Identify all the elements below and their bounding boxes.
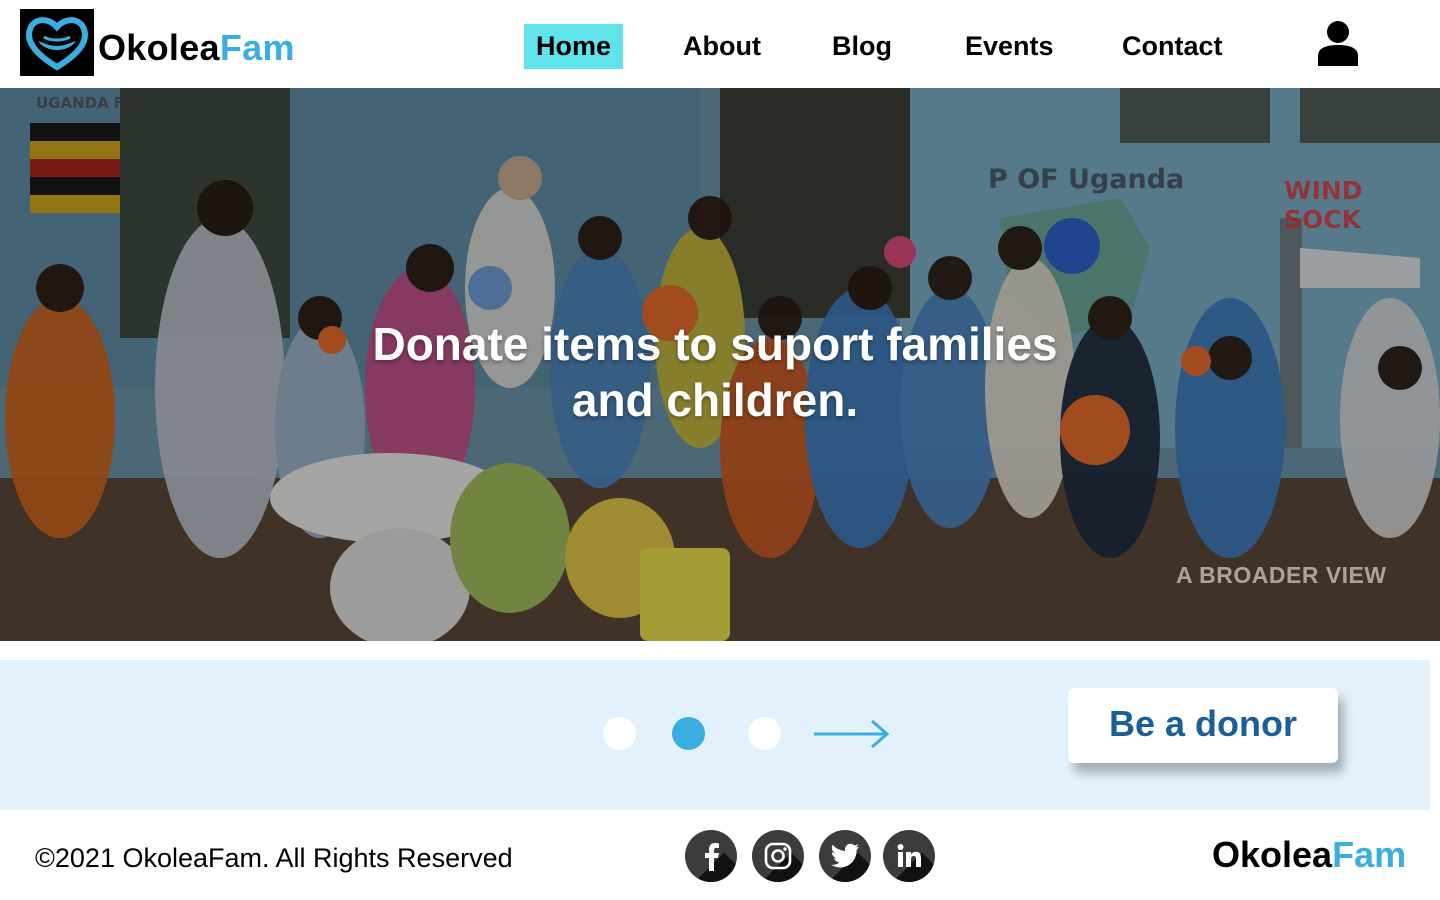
brand-name-part2: Fam: [219, 26, 295, 68]
hero-headline-line1: Donate items to suport families: [372, 318, 1058, 370]
linkedin-icon: [897, 844, 921, 867]
brand-name-part1: Okolea: [98, 26, 220, 68]
photo-watermark: A BROADER VIEW: [1176, 562, 1387, 588]
user-icon: [1318, 21, 1358, 66]
wall-text-flag: UGANDA FLA: [36, 94, 146, 112]
twitter-link[interactable]: [819, 830, 871, 882]
carousel-dot-3[interactable]: [748, 717, 781, 750]
footer-brand: OkoleaFam: [1212, 834, 1406, 876]
be-a-donor-button[interactable]: Be a donor: [1068, 688, 1338, 763]
site-header: OkoleaFam Home About Blog Events Contact: [0, 0, 1440, 88]
facebook-icon: [705, 843, 719, 871]
nav-item-events[interactable]: Events: [965, 24, 1054, 69]
site-footer: ©2021 OkoleaFam. All Rights Reserved Oko…: [0, 810, 1440, 900]
wall-text-map: P OF Uganda: [988, 164, 1185, 195]
linkedin-link[interactable]: [883, 830, 935, 882]
carousel-dot-2-active[interactable]: [672, 717, 705, 750]
arrow-right-icon: [814, 719, 890, 749]
user-account-button[interactable]: [1316, 20, 1360, 66]
instagram-icon: [764, 842, 792, 870]
hero-banner: UGANDA FLA P OF Uganda WIND SOCK Donate …: [0, 88, 1440, 641]
logo-link[interactable]: OkoleaFam: [20, 9, 295, 76]
facebook-link[interactable]: [685, 830, 737, 882]
footer-brand-part1: Okolea: [1212, 834, 1333, 875]
nav-item-blog[interactable]: Blog: [832, 24, 892, 69]
heart-hands-logo-icon: [20, 9, 94, 76]
copyright-text: ©2021 OkoleaFam. All Rights Reserved: [35, 843, 513, 873]
nav-item-home[interactable]: Home: [524, 24, 623, 69]
hero-headline: Donate items to suport families and chil…: [300, 316, 1130, 428]
nav-item-contact[interactable]: Contact: [1122, 24, 1223, 69]
carousel-next-button[interactable]: [812, 717, 892, 751]
carousel-controls: Be a donor: [0, 660, 1430, 810]
twitter-icon: [831, 843, 859, 868]
instagram-link[interactable]: [752, 830, 804, 882]
carousel-dot-1[interactable]: [603, 717, 636, 750]
hero-headline-line2: and children.: [571, 374, 859, 426]
footer-brand-part2: Fam: [1332, 834, 1407, 875]
wall-text-windsock: WIND SOCK: [1284, 176, 1363, 234]
logo-wordmark: OkoleaFam: [98, 17, 295, 69]
nav-item-about[interactable]: About: [683, 24, 761, 69]
